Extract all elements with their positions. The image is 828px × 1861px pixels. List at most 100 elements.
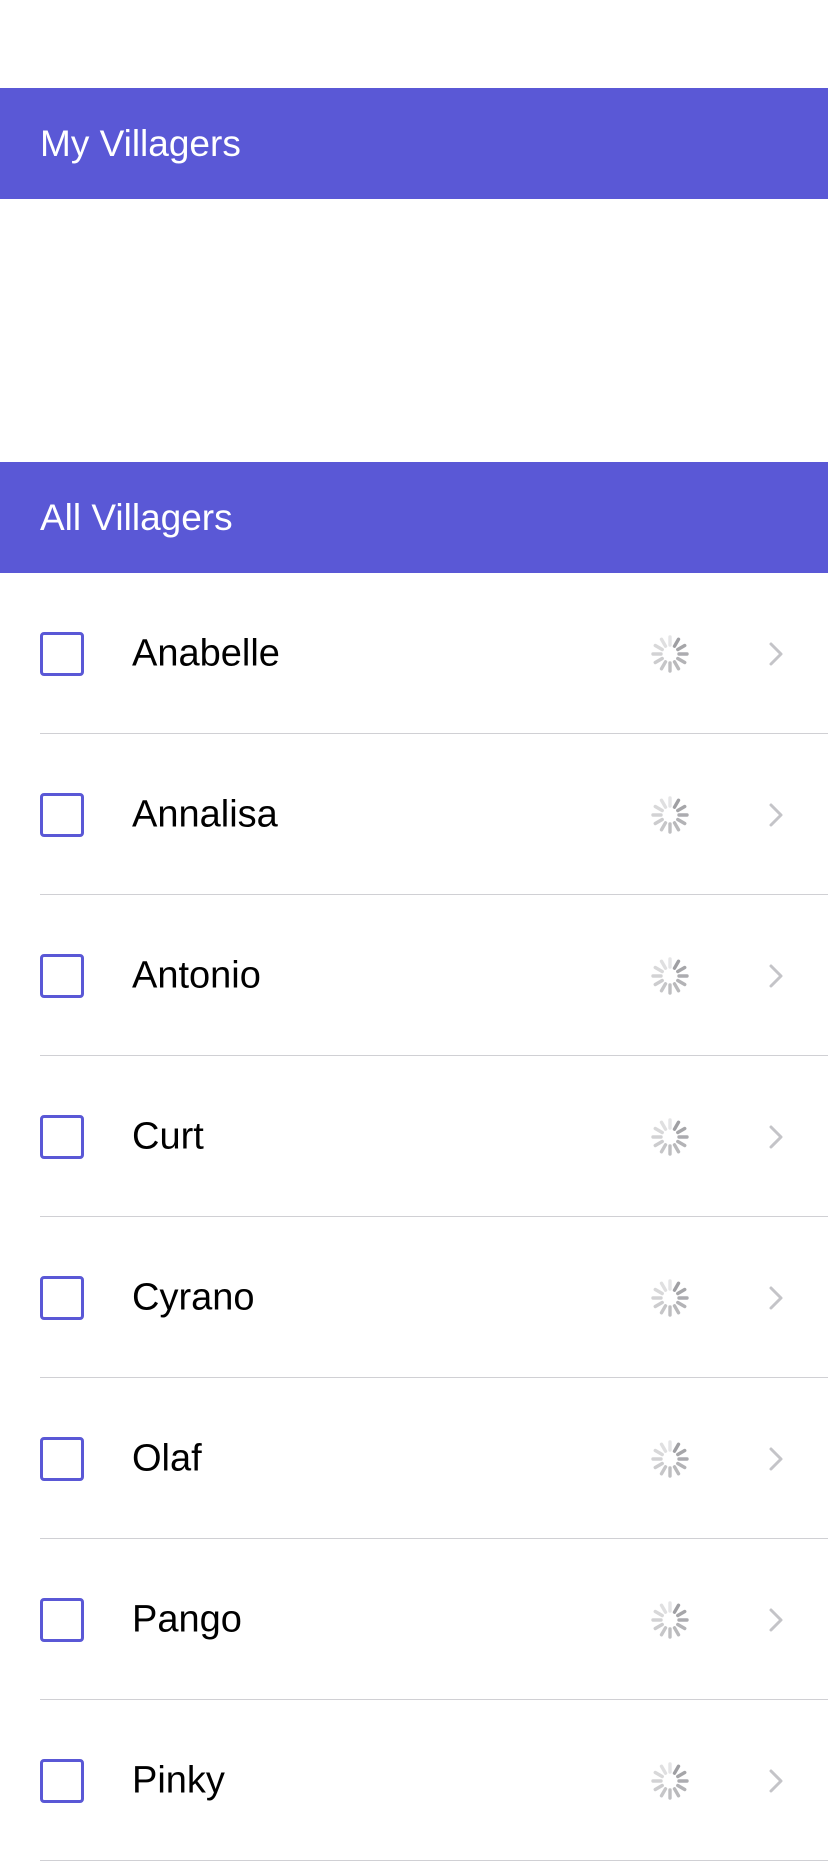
spinner-spoke <box>653 1287 664 1295</box>
villager-name: Cyrano <box>132 1276 255 1318</box>
spinner-spoke <box>672 959 681 970</box>
spinner-spoke <box>676 1139 687 1147</box>
spinner-spoke <box>653 1770 664 1778</box>
spinner-spoke <box>676 978 687 986</box>
spinner-spoke <box>676 1461 687 1469</box>
spinner-spoke <box>672 637 681 648</box>
spinner-spoke <box>676 1126 687 1134</box>
loading-spinner-icon <box>651 795 689 834</box>
all-villagers-header: All Villagers <box>0 462 828 573</box>
spinner-spoke <box>659 637 668 648</box>
chevron-right-icon <box>769 1769 783 1792</box>
spinner-spoke <box>659 1281 668 1292</box>
spinner-spoke <box>672 1625 681 1636</box>
chevron-right-icon <box>769 1286 783 1309</box>
spinner-spoke <box>653 1126 664 1134</box>
villager-name: Olaf <box>132 1437 202 1479</box>
spinner-spoke <box>672 820 681 831</box>
spinner-spoke <box>672 1120 681 1131</box>
chevron-right-icon <box>769 642 783 665</box>
villager-checkbox[interactable] <box>40 1275 84 1320</box>
spinner-spoke <box>672 1303 681 1314</box>
villager-checkbox[interactable] <box>40 1597 84 1642</box>
spinner-spoke <box>676 656 687 664</box>
spinner-spoke <box>672 659 681 670</box>
spinner-spoke <box>659 1442 668 1453</box>
spinner-spoke <box>676 965 687 973</box>
spinner-spoke <box>659 820 668 831</box>
chevron-right-icon <box>769 1125 783 1148</box>
spinner-spoke <box>653 1609 664 1617</box>
spinner-spoke <box>659 981 668 992</box>
villager-row[interactable]: Pinky <box>0 1700 828 1861</box>
loading-spinner-icon <box>651 1600 689 1639</box>
chevron-right-icon <box>769 1608 783 1631</box>
loading-spinner-icon <box>651 634 689 673</box>
spinner-spoke <box>653 643 664 651</box>
spinner-spoke <box>653 817 664 825</box>
spinner-spoke <box>672 1764 681 1775</box>
spinner-spoke <box>659 1603 668 1614</box>
villager-row[interactable]: Annalisa <box>0 734 828 895</box>
status-bar-area <box>0 0 828 88</box>
my-villagers-list-empty <box>0 199 828 462</box>
chevron-right-icon <box>769 1447 783 1470</box>
spinner-spoke <box>653 1139 664 1147</box>
villager-name: Curt <box>132 1115 204 1157</box>
spinner-spoke <box>676 804 687 812</box>
spinner-spoke <box>672 981 681 992</box>
spinner-spoke <box>676 1770 687 1778</box>
spinner-spoke <box>653 978 664 986</box>
villager-row[interactable]: Anabelle <box>0 573 828 734</box>
villager-name: Anabelle <box>132 632 280 674</box>
chevron-right-icon <box>769 803 783 826</box>
villager-checkbox[interactable] <box>40 631 84 676</box>
villager-row[interactable]: Olaf <box>0 1378 828 1539</box>
spinner-spoke <box>676 817 687 825</box>
villager-name: Pango <box>132 1598 242 1640</box>
villager-name: Annalisa <box>132 793 278 835</box>
spinner-spoke <box>653 965 664 973</box>
villager-row[interactable]: Curt <box>0 1056 828 1217</box>
villager-checkbox[interactable] <box>40 1114 84 1159</box>
spinner-spoke <box>672 1603 681 1614</box>
loading-spinner-icon <box>651 956 689 995</box>
villager-checkbox[interactable] <box>40 1436 84 1481</box>
villager-row[interactable]: Cyrano <box>0 1217 828 1378</box>
spinner-spoke <box>653 1448 664 1456</box>
spinner-spoke <box>672 1142 681 1153</box>
spinner-spoke <box>659 1120 668 1131</box>
spinner-spoke <box>653 656 664 664</box>
spinner-spoke <box>672 1442 681 1453</box>
loading-spinner-icon <box>651 1439 689 1478</box>
spinner-spoke <box>672 1464 681 1475</box>
all-villagers-list: Anabelle Annalisa Antonio Curt Cyrano Ol… <box>0 573 828 1861</box>
spinner-spoke <box>672 1281 681 1292</box>
spinner-spoke <box>676 1300 687 1308</box>
spinner-spoke <box>676 1448 687 1456</box>
spinner-spoke <box>676 1622 687 1630</box>
spinner-spoke <box>676 1783 687 1791</box>
spinner-spoke <box>659 1464 668 1475</box>
all-villagers-title: All Villagers <box>40 496 233 538</box>
spinner-spoke <box>653 1461 664 1469</box>
spinner-spoke <box>659 959 668 970</box>
spinner-spoke <box>659 1303 668 1314</box>
villager-checkbox[interactable] <box>40 792 84 837</box>
spinner-spoke <box>653 1300 664 1308</box>
spinner-spoke <box>659 1764 668 1775</box>
spinner-spoke <box>659 659 668 670</box>
my-villagers-header: My Villagers <box>0 88 828 199</box>
villager-row[interactable]: Pango <box>0 1539 828 1700</box>
spinner-spoke <box>676 1287 687 1295</box>
loading-spinner-icon <box>651 1761 689 1800</box>
spinner-spoke <box>653 1783 664 1791</box>
villager-checkbox[interactable] <box>40 1758 84 1803</box>
spinner-spoke <box>676 1609 687 1617</box>
villager-name: Pinky <box>132 1759 225 1801</box>
villager-checkbox[interactable] <box>40 953 84 998</box>
loading-spinner-icon <box>651 1278 689 1317</box>
spinner-spoke <box>672 798 681 809</box>
villager-name: Antonio <box>132 954 261 996</box>
villager-row[interactable]: Antonio <box>0 895 828 1056</box>
